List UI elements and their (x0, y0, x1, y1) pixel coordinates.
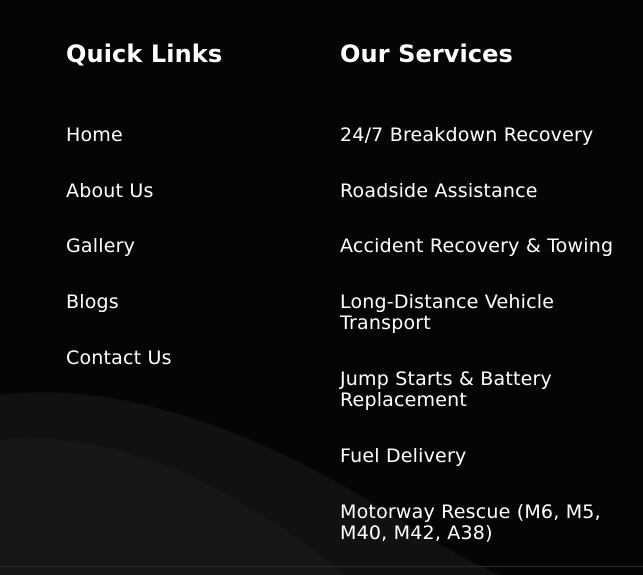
service-item: Roadside Assistance (340, 181, 640, 202)
quick-links-heading: Quick Links (66, 40, 223, 68)
service-item: Jump Starts & Battery Replacement (340, 369, 640, 411)
quick-link-item: Home (66, 125, 123, 146)
service-item: Accident Recovery & Towing (340, 236, 640, 257)
service-item: Motorway Rescue (M6, M5, M40, M42, A38) (340, 502, 640, 544)
contact-us-link[interactable]: Contact Us (66, 348, 172, 369)
home-link[interactable]: Home (66, 125, 123, 146)
service-link-vehicle-transport[interactable]: Long-Distance Vehicle Transport (340, 292, 640, 334)
service-item: Fuel Delivery (340, 446, 640, 467)
service-link-motorway-rescue[interactable]: Motorway Rescue (M6, M5, M40, M42, A38) (340, 502, 640, 544)
service-link-roadside-assistance[interactable]: Roadside Assistance (340, 181, 640, 202)
about-us-link[interactable]: About Us (66, 181, 154, 202)
quick-link-item: Blogs (66, 292, 119, 313)
service-item: Long-Distance Vehicle Transport (340, 292, 640, 334)
quick-link-item: Contact Us (66, 348, 172, 369)
service-item: 24/7 Breakdown Recovery (340, 125, 640, 146)
quick-link-item: Gallery (66, 236, 135, 257)
service-link-accident-recovery[interactable]: Accident Recovery & Towing (340, 236, 640, 257)
blogs-link[interactable]: Blogs (66, 292, 119, 313)
footer-divider (0, 566, 643, 567)
service-link-fuel-delivery[interactable]: Fuel Delivery (340, 446, 640, 467)
gallery-link[interactable]: Gallery (66, 236, 135, 257)
service-link-jump-starts[interactable]: Jump Starts & Battery Replacement (340, 369, 640, 411)
quick-link-item: About Us (66, 181, 154, 202)
background-wave-decoration (0, 392, 500, 575)
our-services-heading: Our Services (340, 40, 513, 68)
service-link-breakdown-recovery[interactable]: 24/7 Breakdown Recovery (340, 125, 640, 146)
